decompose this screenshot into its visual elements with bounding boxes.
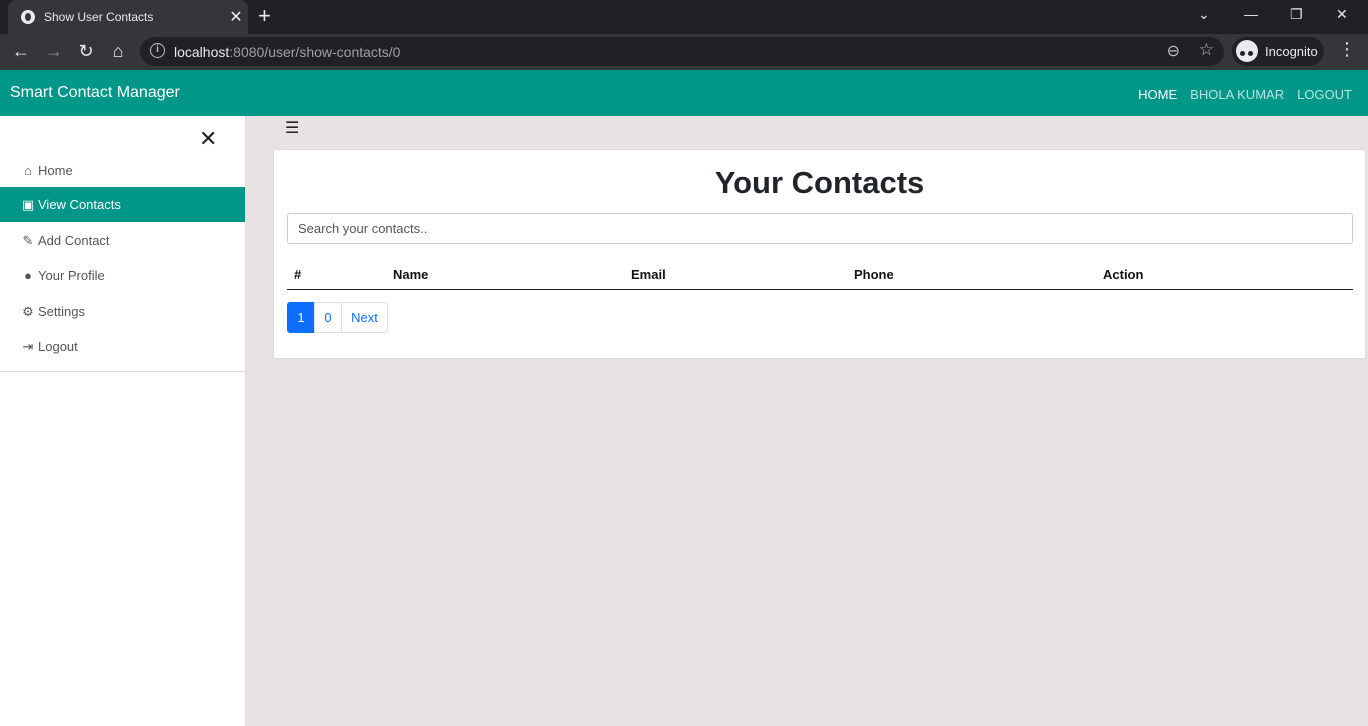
sidebar-item-label: Home — [38, 163, 73, 178]
table-header: # Name Email Phone Action — [287, 261, 1353, 290]
page-link-1[interactable]: 1 — [287, 302, 315, 333]
column-header-phone: Phone — [854, 267, 894, 282]
pagination: 1 0 Next — [287, 302, 388, 333]
browser-toolbar: ← → ↻ ⌂ i localhost:8080/user/show-conta… — [0, 34, 1368, 70]
sidebar-item-settings[interactable]: ⚙ Settings — [0, 294, 245, 329]
id-card-icon: ▣ — [21, 196, 35, 212]
restore-icon[interactable]: ❐ — [1290, 6, 1303, 23]
sidebar-divider — [0, 371, 245, 372]
address-bar[interactable]: i localhost:8080/user/show-contacts/0 ⊖ … — [140, 37, 1224, 66]
incognito-icon — [1236, 40, 1258, 62]
zoom-icon[interactable]: ⊖ — [1167, 41, 1180, 61]
contacts-card: Your Contacts # Name Email Phone Action … — [273, 149, 1366, 359]
sidebar-item-label: Logout — [38, 339, 78, 354]
close-window-icon[interactable]: ✕ — [1336, 6, 1348, 23]
sign-out-icon: ⇥ — [22, 338, 34, 354]
globe-icon — [21, 10, 35, 24]
cogs-icon: ⚙ — [22, 303, 34, 319]
sidebar-item-label: Add Contact — [38, 233, 110, 248]
brand-title[interactable]: Smart Contact Manager — [10, 84, 180, 102]
column-header-action: Action — [1103, 267, 1144, 282]
forward-icon[interactable]: → — [43, 41, 65, 61]
back-icon[interactable]: ← — [10, 41, 32, 61]
nav-link-logout[interactable]: LOGOUT — [1297, 87, 1352, 102]
sidebar-item-home[interactable]: ⌂ Home — [0, 153, 245, 188]
app-navbar: Smart Contact Manager HOME BHOLA KUMAR L… — [0, 70, 1368, 116]
minimize-icon[interactable]: — — [1244, 6, 1258, 22]
nav-link-home[interactable]: HOME — [1138, 87, 1177, 102]
browser-tab-strip: Show User Contacts ✕ + ⌄ — ❐ ✕ — [0, 0, 1368, 34]
close-tab-icon[interactable]: ✕ — [224, 7, 248, 27]
sidebar-item-label: View Contacts — [38, 197, 121, 212]
pencil-icon: ✎ — [22, 232, 34, 248]
sidebar-item-logout[interactable]: ⇥ Logout — [0, 329, 245, 364]
close-sidebar-icon[interactable]: ✕ — [199, 128, 217, 150]
page-title: Your Contacts — [714, 165, 925, 200]
next-page-button[interactable]: Next — [341, 302, 388, 333]
reload-icon[interactable]: ↻ — [75, 41, 97, 61]
sidebar-item-label: Settings — [38, 304, 85, 319]
column-header-name: Name — [393, 267, 429, 282]
browser-menu-icon[interactable]: ⋮ — [1338, 40, 1356, 58]
hamburger-menu-icon[interactable]: ☰ — [285, 118, 299, 138]
sidebar-item-add-contact[interactable]: ✎ Add Contact — [0, 223, 245, 258]
user-circle-icon: ● — [24, 268, 32, 283]
column-header-email: Email — [631, 267, 666, 282]
column-header-number: # — [294, 267, 302, 282]
page-link-0[interactable]: 0 — [314, 302, 342, 333]
navbar-links: HOME BHOLA KUMAR LOGOUT — [1138, 87, 1352, 102]
incognito-badge[interactable]: Incognito — [1232, 37, 1324, 66]
home-icon: ⌂ — [24, 163, 32, 178]
sidebar-item-your-profile[interactable]: ● Your Profile — [0, 258, 245, 293]
sidebar-item-label: Your Profile — [38, 268, 105, 283]
new-tab-icon[interactable]: + — [258, 5, 271, 27]
tab-title: Show User Contacts — [44, 10, 154, 24]
home-page-icon[interactable]: ⌂ — [107, 41, 129, 61]
nav-link-user[interactable]: BHOLA KUMAR — [1190, 87, 1284, 102]
tab-search-icon[interactable]: ⌄ — [1198, 6, 1210, 23]
browser-tab[interactable]: Show User Contacts ✕ — [8, 0, 248, 34]
site-info-icon[interactable]: i — [150, 43, 165, 58]
bookmark-star-icon[interactable]: ☆ — [1199, 40, 1214, 60]
search-input[interactable] — [287, 213, 1353, 244]
url-text: localhost:8080/user/show-contacts/0 — [174, 44, 401, 60]
sidebar: ✕ ⌂ Home ▣ View Contacts ✎ Add Contact ●… — [0, 116, 246, 726]
sidebar-item-view-contacts[interactable]: ▣ View Contacts — [0, 187, 245, 222]
incognito-label: Incognito — [1265, 44, 1318, 59]
